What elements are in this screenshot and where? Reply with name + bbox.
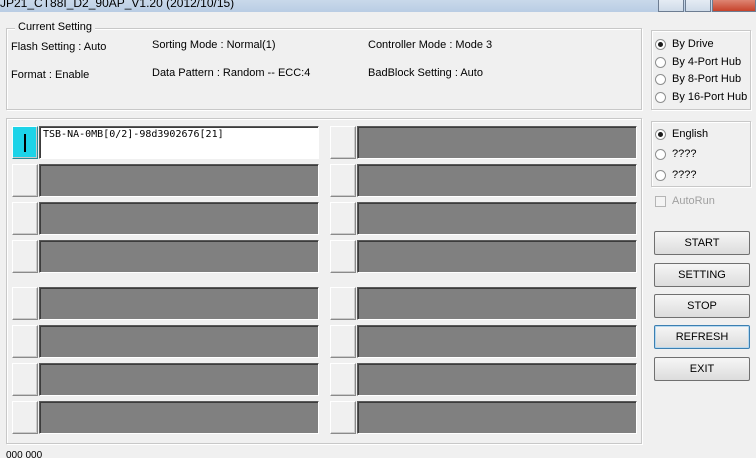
active-marker-icon	[24, 134, 26, 152]
slot-status-field	[357, 126, 637, 159]
slot-status-field	[357, 287, 637, 320]
drive-mode-option[interactable]: By 4-Port Hub	[655, 56, 741, 68]
radio-button-icon[interactable]	[655, 128, 666, 140]
start-button[interactable]: START	[654, 231, 750, 255]
slot-status-field	[357, 401, 637, 434]
drive-mode-option[interactable]: By 8-Port Hub	[655, 73, 741, 85]
drive-mode-option[interactable]: By Drive	[655, 38, 714, 50]
slot-status-field	[39, 325, 319, 358]
slot-button[interactable]	[330, 202, 356, 235]
refresh-button[interactable]: REFRESH	[654, 325, 750, 349]
language-option-label: ????	[672, 169, 697, 181]
slot-button[interactable]	[12, 126, 38, 159]
setting-button[interactable]: SETTING	[654, 263, 750, 287]
autorun-label: AutoRun	[672, 195, 715, 207]
slot-button[interactable]	[330, 126, 356, 159]
slot-button[interactable]	[330, 401, 356, 434]
slot-button[interactable]	[12, 202, 38, 235]
radio-button-icon[interactable]	[655, 148, 666, 160]
slot-button[interactable]	[12, 363, 38, 396]
flash-setting-text: Flash Setting : Auto	[11, 41, 107, 53]
status-text: 000 000	[6, 450, 43, 458]
slot-status-field	[39, 363, 319, 396]
slot-status-field: TSB-NA-0MB[0/2]-98d3902676[21]	[39, 126, 319, 159]
current-setting-group: Current Setting Flash Setting : Auto For…	[6, 21, 642, 110]
slot-status-field	[39, 287, 319, 320]
close-button[interactable]	[712, 0, 756, 12]
maximize-button[interactable]	[685, 0, 711, 12]
slot-status-field	[39, 164, 319, 197]
radio-button-icon[interactable]	[655, 91, 666, 103]
slot-button[interactable]	[330, 164, 356, 197]
language-option[interactable]: English	[655, 128, 708, 140]
slot-status-field	[357, 240, 637, 273]
language-option-label: ????	[672, 148, 697, 160]
data-pattern-text: Data Pattern : Random -- ECC:4	[152, 67, 311, 79]
language-option[interactable]: ????	[655, 169, 696, 181]
slot-button[interactable]	[12, 164, 38, 197]
exit-button[interactable]: EXIT	[654, 357, 750, 381]
window-title: JP21_CT88I_D2_90AP_V1.20 (2012/10/15)	[0, 0, 235, 10]
slot-status-field	[357, 164, 637, 197]
format-text: Format : Enable	[11, 69, 90, 81]
slot-status-field	[39, 202, 319, 235]
controller-mode-text: Controller Mode : Mode 3	[368, 39, 493, 51]
slot-button[interactable]	[330, 287, 356, 320]
drive-mode-option-label: By 16-Port Hub	[672, 91, 748, 103]
drive-mode-option-label: By Drive	[672, 38, 714, 50]
radio-button-icon[interactable]	[655, 56, 666, 68]
slot-status-text: TSB-NA-0MB[0/2]-98d3902676[21]	[43, 129, 224, 140]
slot-status-field	[39, 401, 319, 434]
slot-button[interactable]	[330, 363, 356, 396]
slot-status-field	[357, 325, 637, 358]
language-option[interactable]: ????	[655, 148, 696, 160]
autorun-checkbox[interactable]: AutoRun	[655, 195, 715, 207]
sorting-mode-text: Sorting Mode : Normal(1)	[152, 39, 276, 51]
slot-button[interactable]	[12, 401, 38, 434]
minimize-button[interactable]	[658, 0, 684, 12]
slot-button[interactable]	[330, 240, 356, 273]
language-option-label: English	[672, 128, 709, 140]
title-bar: JP21_CT88I_D2_90AP_V1.20 (2012/10/15)	[0, 0, 756, 12]
drive-mode-option-label: By 4-Port Hub	[672, 56, 742, 68]
radio-button-icon[interactable]	[655, 38, 666, 50]
slot-button[interactable]	[12, 240, 38, 273]
window-controls	[657, 0, 756, 12]
current-setting-legend: Current Setting	[15, 21, 95, 33]
slot-status-field	[39, 240, 319, 273]
slot-status-field	[357, 363, 637, 396]
slot-status-field	[357, 202, 637, 235]
drive-mode-option[interactable]: By 16-Port Hub	[655, 91, 747, 103]
autorun-checkbox-box[interactable]	[655, 195, 666, 207]
slot-button[interactable]	[330, 325, 356, 358]
stop-button[interactable]: STOP	[654, 294, 750, 318]
slot-button[interactable]	[12, 287, 38, 320]
badblock-setting-text: BadBlock Setting : Auto	[368, 67, 483, 79]
radio-button-icon[interactable]	[655, 73, 666, 85]
drive-mode-option-label: By 8-Port Hub	[672, 73, 742, 85]
radio-button-icon[interactable]	[655, 169, 666, 181]
slot-button[interactable]	[12, 325, 38, 358]
